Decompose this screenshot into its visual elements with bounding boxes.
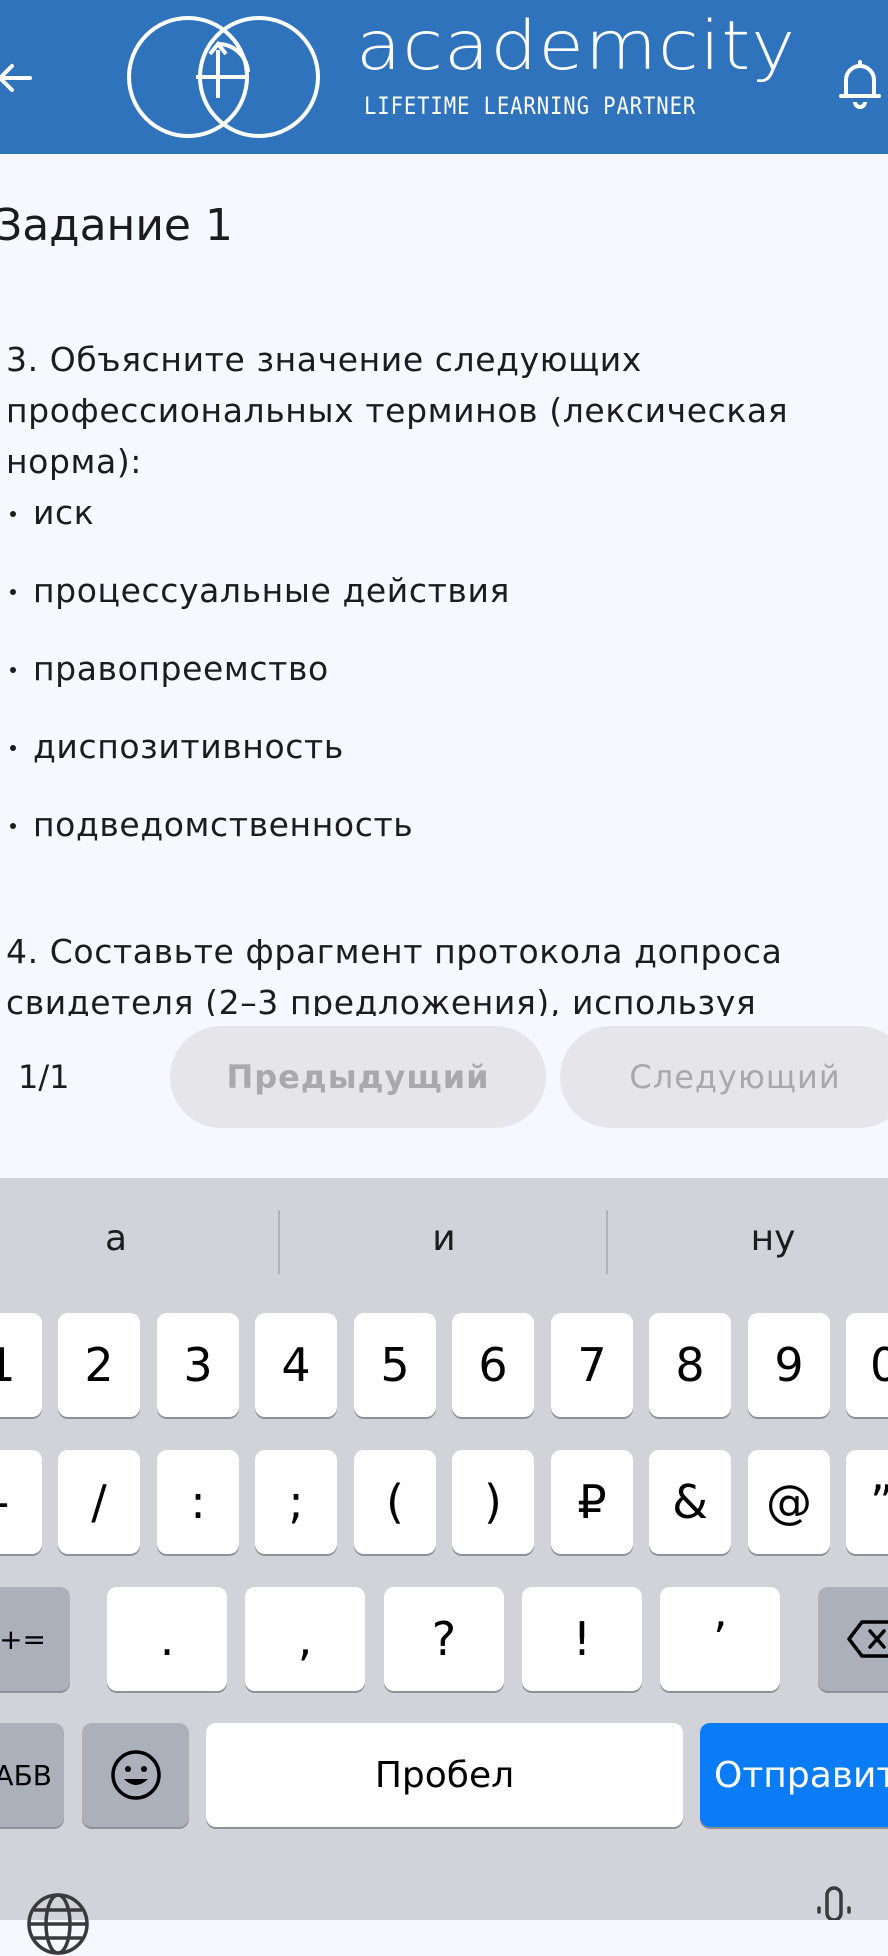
suggestion-3[interactable]: ну (673, 1218, 873, 1259)
list-item: подведомственность (6, 799, 876, 850)
send-key[interactable]: Отправить (700, 1723, 888, 1827)
globe-icon[interactable] (26, 1892, 90, 1956)
suggestion-divider (606, 1210, 608, 1274)
key-exclamation[interactable]: ! (522, 1587, 642, 1691)
key-7[interactable]: 7 (551, 1313, 633, 1417)
key-open-paren[interactable]: ( (354, 1450, 436, 1554)
suggestion-divider (278, 1210, 280, 1274)
key-close-paren[interactable]: ) (452, 1450, 534, 1554)
suggestion-2[interactable]: и (344, 1218, 544, 1259)
backspace-icon (847, 1620, 888, 1658)
key-5[interactable]: 5 (354, 1313, 436, 1417)
logo-rings-icon (127, 16, 320, 138)
question-3: 3. Объясните значение следующих професси… (6, 340, 789, 481)
key-3[interactable]: 3 (157, 1313, 239, 1417)
terms-list: иск процессуальные действия правопреемст… (6, 487, 876, 850)
key-semicolon[interactable]: ; (255, 1450, 337, 1554)
key-slash[interactable]: / (58, 1450, 140, 1554)
next-button[interactable]: Следующий (560, 1026, 888, 1128)
key-abc[interactable]: АБВ (0, 1723, 64, 1827)
suggestion-1[interactable]: а (16, 1218, 216, 1259)
key-quote[interactable]: ” (846, 1450, 888, 1554)
list-item: диспозитивность (6, 721, 876, 772)
logo-wordmark: academcity (356, 6, 797, 86)
list-item: правопреемство (6, 643, 876, 694)
key-2[interactable]: 2 (58, 1313, 140, 1417)
list-item: иск (6, 487, 876, 538)
arrow-left-icon[interactable] (0, 58, 36, 98)
key-apostrophe[interactable]: ’ (660, 1587, 780, 1691)
list-item: процессуальные действия (6, 565, 876, 616)
key-1[interactable]: 1 (0, 1313, 42, 1417)
key-6[interactable]: 6 (452, 1313, 534, 1417)
question-4-continued: свидетеля (2–3 предложения), используя (6, 983, 757, 1016)
task-content[interactable]: 3. Объясните значение следующих професси… (6, 334, 876, 1016)
key-8[interactable]: 8 (649, 1313, 731, 1417)
bell-icon[interactable] (838, 56, 882, 110)
space-key[interactable]: Пробел (206, 1723, 683, 1827)
page-title: Задание 1 (0, 200, 233, 251)
key-ampersand[interactable]: & (649, 1450, 731, 1554)
key-question[interactable]: ? (384, 1587, 504, 1691)
logo-tagline: LIFETIME LEARNING PARTNER (364, 92, 697, 120)
key-symbols-mode[interactable]: #+= (0, 1587, 70, 1691)
key-9[interactable]: 9 (748, 1313, 830, 1417)
page-counter: 1/1 (18, 1058, 70, 1096)
key-4[interactable]: 4 (255, 1313, 337, 1417)
key-minus[interactable]: - (0, 1450, 42, 1554)
emoji-icon (110, 1750, 161, 1800)
key-period[interactable]: . (107, 1587, 227, 1691)
question-4: 4. Составьте фрагмент протокола допроса (6, 932, 783, 971)
key-ruble[interactable]: ₽ (551, 1450, 633, 1554)
key-at[interactable]: @ (748, 1450, 830, 1554)
emoji-key[interactable] (82, 1723, 189, 1827)
key-0[interactable]: 0 (846, 1313, 888, 1417)
key-comma[interactable]: , (245, 1587, 365, 1691)
previous-button[interactable]: Предыдущий (170, 1026, 546, 1128)
app-header: academcity LIFETIME LEARNING PARTNER (0, 0, 888, 154)
microphone-icon[interactable] (814, 1886, 854, 1920)
backspace-key[interactable] (818, 1587, 888, 1691)
key-colon[interactable]: : (157, 1450, 239, 1554)
